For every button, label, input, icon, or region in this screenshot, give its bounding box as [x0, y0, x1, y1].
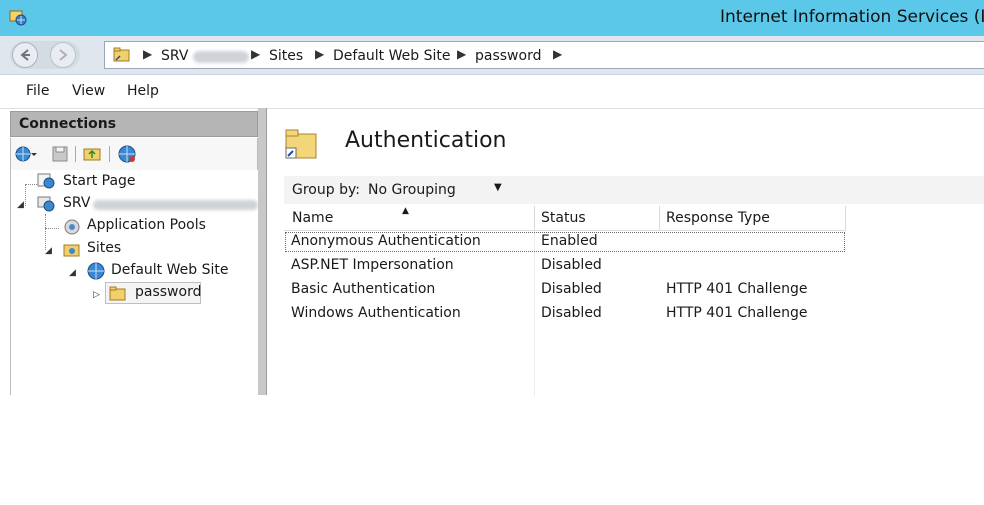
- dropdown-arrow-icon[interactable]: ▼: [494, 182, 502, 193]
- column-header-bar: Name ▲ Status Response Type: [284, 206, 846, 231]
- tree-default-web-site[interactable]: Default Web Site: [111, 262, 228, 278]
- table-row[interactable]: Windows Authentication Disabled HTTP 401…: [284, 304, 846, 324]
- sites-folder-icon: [63, 244, 80, 257]
- row-response-type: HTTP 401 Challenge: [666, 281, 808, 297]
- authentication-list: Name ▲ Status Response Type Anonymous Au…: [284, 206, 984, 396]
- iis-app-icon[interactable]: [8, 8, 28, 28]
- save-icon[interactable]: [51, 145, 69, 163]
- navigation-bar: ▶ SRV ▶ Sites ▶ Default Web Site ▶ passw…: [0, 36, 984, 75]
- group-by-bar: Group by: No Grouping ▼: [284, 176, 984, 204]
- group-by-dropdown[interactable]: No Grouping: [368, 182, 456, 198]
- tree-expander-default-web-site[interactable]: ◢: [69, 268, 76, 278]
- breadcrumb-separator[interactable]: ▶: [457, 47, 466, 61]
- tree-server[interactable]: SRV: [63, 195, 90, 211]
- window-title: Internet Information Services (IIS: [720, 7, 984, 27]
- panel-divider: [266, 108, 267, 395]
- toolbar-divider: [109, 146, 110, 162]
- row-name: ASP.NET Impersonation: [291, 257, 454, 273]
- tree-application-pools[interactable]: Application Pools: [87, 217, 206, 233]
- sort-up-icon: ▲: [402, 206, 409, 216]
- group-by-label: Group by:: [292, 182, 360, 198]
- tree-line: [45, 214, 46, 250]
- row-status: Disabled: [541, 281, 602, 297]
- column-divider[interactable]: [845, 206, 846, 230]
- panel-splitter[interactable]: [258, 108, 266, 395]
- forward-button[interactable]: [50, 42, 76, 68]
- redacted-text: [93, 200, 258, 210]
- globe-site-icon: [87, 262, 105, 280]
- column-divider[interactable]: [534, 206, 535, 230]
- folder-up-icon[interactable]: [83, 144, 103, 162]
- redacted-text: [193, 51, 249, 63]
- menu-bar: File View Help: [0, 75, 984, 109]
- row-response-type: HTTP 401 Challenge: [666, 305, 808, 321]
- connections-title: Connections: [19, 116, 117, 132]
- back-arrow-icon: [20, 49, 30, 61]
- forward-arrow-icon: [59, 49, 68, 61]
- tree-expander-server[interactable]: ◢: [17, 200, 24, 210]
- tree-password[interactable]: password: [135, 284, 201, 300]
- globe-network-icon[interactable]: [117, 144, 137, 164]
- row-status: Disabled: [541, 257, 602, 273]
- table-row[interactable]: Basic Authentication Disabled HTTP 401 C…: [284, 280, 846, 300]
- tree-start-page[interactable]: Start Page: [63, 173, 136, 189]
- row-status: Enabled: [541, 233, 598, 249]
- table-row[interactable]: Anonymous Authentication Enabled: [284, 232, 846, 252]
- column-divider[interactable]: [659, 206, 660, 230]
- authentication-folder-icon: [285, 129, 317, 159]
- breadcrumb-sites[interactable]: Sites: [269, 48, 303, 64]
- globe-connect-icon[interactable]: [15, 145, 37, 163]
- start-page-icon: [37, 173, 55, 189]
- toolbar-divider: [75, 146, 76, 162]
- server-icon: [37, 196, 55, 212]
- address-bar[interactable]: ▶ SRV ▶ Sites ▶ Default Web Site ▶ passw…: [104, 41, 984, 69]
- tree-expander-sites[interactable]: ◢: [45, 246, 52, 256]
- row-name: Anonymous Authentication: [291, 233, 481, 249]
- page-title: Authentication: [345, 128, 507, 153]
- column-header-name[interactable]: Name: [292, 210, 333, 226]
- menu-help[interactable]: Help: [127, 83, 159, 99]
- row-status: Disabled: [541, 305, 602, 321]
- breadcrumb-default-web-site[interactable]: Default Web Site: [333, 48, 450, 64]
- breadcrumb-server[interactable]: SRV: [161, 48, 188, 64]
- table-row[interactable]: ASP.NET Impersonation Disabled: [284, 256, 846, 276]
- folder-shortcut-icon: [113, 47, 130, 62]
- tree-line: [25, 184, 37, 185]
- menu-file[interactable]: File: [26, 83, 49, 99]
- folder-icon: [109, 286, 126, 301]
- tree-expander-password[interactable]: ▷: [93, 290, 100, 300]
- breadcrumb-separator[interactable]: ▶: [143, 47, 152, 61]
- breadcrumb-separator[interactable]: ▶: [553, 47, 562, 61]
- row-name: Windows Authentication: [291, 305, 461, 321]
- connections-toolbar: [10, 138, 258, 170]
- menu-view[interactable]: View: [72, 83, 105, 99]
- breadcrumb-separator[interactable]: ▶: [315, 47, 324, 61]
- breadcrumb-separator[interactable]: ▶: [251, 47, 260, 61]
- title-bar: Internet Information Services (IIS: [0, 0, 984, 36]
- row-name: Basic Authentication: [291, 281, 436, 297]
- app-pool-icon: [64, 219, 80, 235]
- connections-header: Connections: [10, 111, 258, 137]
- breadcrumb-password[interactable]: password: [475, 48, 541, 64]
- column-header-status[interactable]: Status: [541, 210, 586, 226]
- tree-line: [25, 184, 26, 206]
- column-header-response-type[interactable]: Response Type: [666, 210, 770, 226]
- tree-sites[interactable]: Sites: [87, 240, 121, 256]
- connections-tree: Start Page ◢ SRV Application Pools ◢ Sit…: [10, 170, 258, 395]
- tree-line: [45, 228, 59, 229]
- back-button[interactable]: [12, 42, 38, 68]
